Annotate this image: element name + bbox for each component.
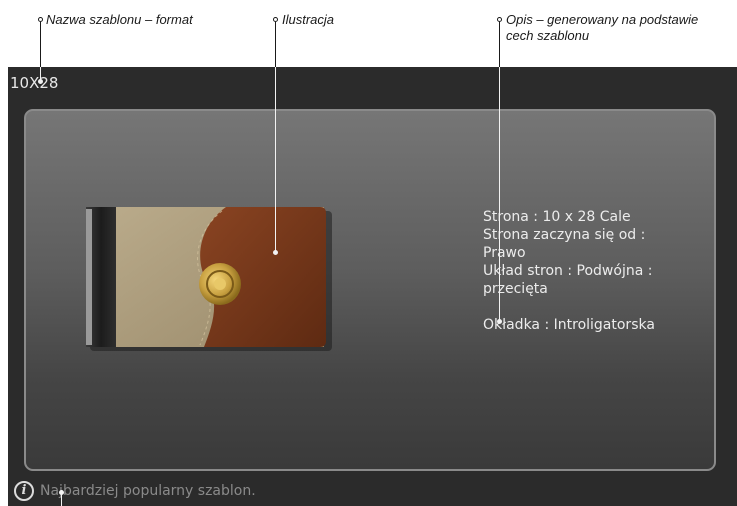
leader-end-name	[38, 79, 43, 84]
callout-description-line2: cech szablonu	[506, 28, 590, 43]
leader-line-illustration-inner	[275, 67, 276, 252]
callout-template-name-format: Nazwa szablonu – format	[46, 12, 193, 27]
album-clasp-center	[214, 278, 226, 290]
detail-layout-value: przecięta	[483, 281, 548, 297]
leader-end-hint	[59, 490, 64, 495]
popular-hint-text: Najbardziej popularny szablon.	[40, 483, 256, 499]
detail-cover: Okładka : Introligatorska	[483, 317, 655, 333]
leader-end-description	[497, 319, 502, 324]
detail-page-size: Strona : 10 x 28 Cale	[483, 209, 631, 225]
callout-description-line1: Opis – generowany na podstawie	[506, 12, 699, 27]
leader-line-description-inner	[499, 67, 500, 322]
album-spine-edge	[86, 209, 92, 345]
info-icon: i	[14, 481, 34, 501]
detail-layout-label: Układ stron : Podwójna :	[483, 263, 653, 279]
detail-gap	[483, 298, 713, 316]
leader-end-illustration	[273, 250, 278, 255]
album-illustration	[86, 207, 332, 351]
template-details: Strona : 10 x 28 Cale Strona zaczyna się…	[483, 208, 713, 334]
template-name: 10X28	[10, 74, 59, 92]
callout-illustration: Ilustracja	[282, 12, 335, 27]
leader-line-description	[499, 22, 500, 67]
leader-line-name	[40, 22, 41, 67]
popular-hint: i Najbardziej popularny szablon.	[14, 481, 256, 501]
detail-starts-from-value: Prawo	[483, 245, 526, 261]
detail-starts-from-label: Strona zaczyna się od :	[483, 227, 646, 243]
leader-line-illustration	[275, 22, 276, 67]
